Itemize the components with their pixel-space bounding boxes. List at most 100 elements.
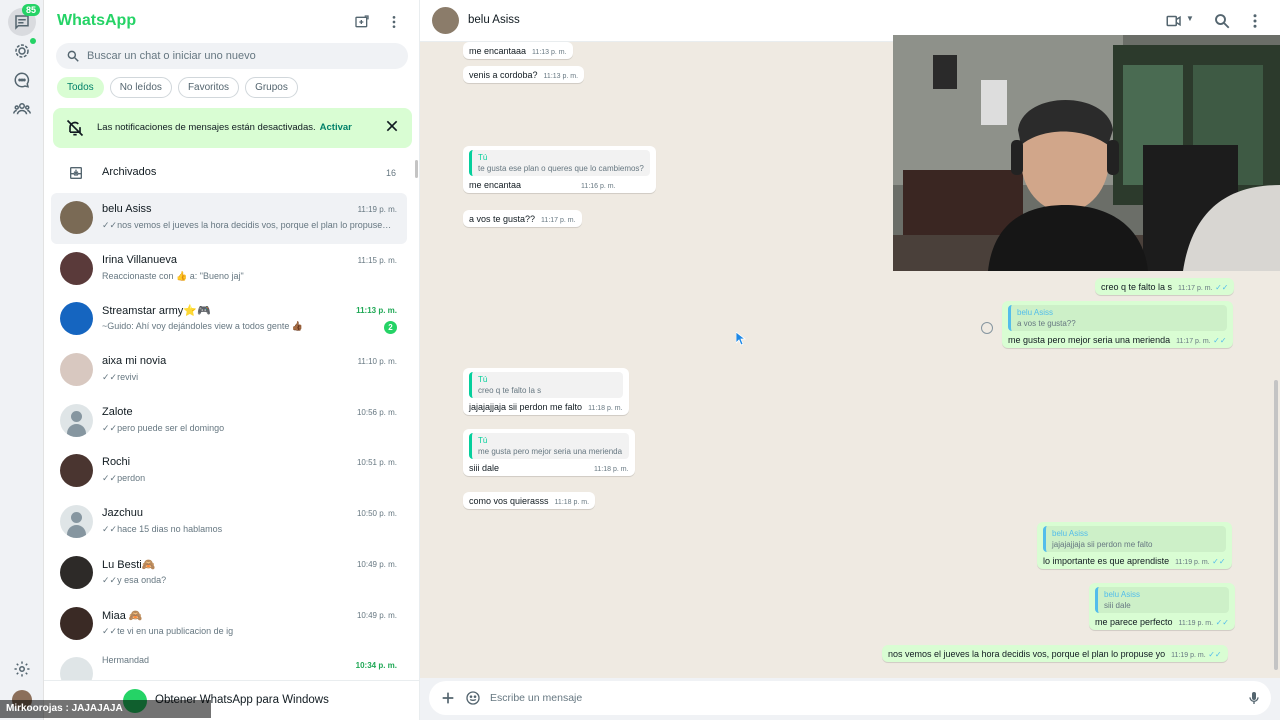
search-box [56, 43, 408, 69]
message-in[interactable]: a vos te gusta?? 11:17 p. m. [463, 210, 582, 227]
quoted-message[interactable]: Tú te gusta ese plan o queres que lo camb… [469, 150, 650, 176]
chat-item-belu-asiss[interactable]: belu Asiss 11:19 p. m. ✓✓nos vemos el ju… [51, 193, 407, 244]
message-out[interactable]: nos vemos el jueves la hora decidis vos,… [882, 645, 1228, 662]
chat-time: 11:13 p. m. [356, 306, 397, 316]
read-ticks-icon: ✓✓ [1213, 336, 1227, 345]
search-input[interactable] [87, 43, 397, 69]
read-ticks-icon: ✓✓ [102, 524, 118, 535]
chat-preview: Reaccionaste con 👍 a: "Bueno jaj" [102, 270, 244, 281]
avatar [60, 505, 93, 539]
menu-icon[interactable] [384, 12, 404, 32]
contact-name[interactable]: belu Asiss [468, 14, 520, 26]
chat-item-irina[interactable]: Irina Villanueva 11:15 p. m. Reaccionast… [51, 244, 407, 295]
chat-preview: pero puede ser el domingo [117, 422, 225, 433]
chat-item-zalote[interactable]: Zalote 10:56 p. m. ✓✓pero puede ser el d… [51, 396, 407, 447]
emoji-icon[interactable] [465, 690, 481, 706]
avatar [60, 606, 93, 640]
message-in[interactable]: venis a cordoba? 11:13 p. m. [463, 66, 585, 83]
chat-time: 10:34 p. m. [355, 661, 397, 671]
filter-todos[interactable]: Todos [57, 77, 104, 98]
microphone-icon[interactable] [1246, 690, 1262, 706]
overlay-user: Mirkoorojas [6, 703, 63, 714]
message-out[interactable]: belu Asiss siii dale me parece perfecto 11… [1089, 583, 1235, 630]
sidebar-scrollbar[interactable] [415, 160, 418, 178]
read-ticks-icon: ✓✓ [102, 473, 118, 484]
message-time: 11:13 p. m. [543, 73, 579, 80]
avatar [60, 201, 93, 234]
chat-item-aixa[interactable]: aixa mi novia 11:10 p. m. ✓✓revivi [51, 345, 407, 396]
message-in[interactable]: Tú me gusta pero mejor seria una merienda… [463, 429, 635, 476]
filter-grupos[interactable]: Grupos [245, 77, 298, 98]
filter-no-leidos[interactable]: No leídos [109, 77, 172, 98]
close-icon[interactable] [384, 118, 400, 134]
message-in[interactable]: como vos quierasss 11:18 p. m. [463, 492, 596, 509]
quoted-message[interactable]: Tú creo q te falto la s [469, 372, 623, 398]
chat-item-rochi[interactable]: Rochi 10:51 p. m. ✓✓perdon [51, 446, 407, 497]
filter-favoritos[interactable]: Favoritos [177, 77, 240, 98]
message-scrollbar[interactable] [1274, 380, 1278, 670]
settings-icon[interactable] [8, 655, 36, 683]
chat-time: 10:51 p. m. [356, 458, 397, 468]
unread-badge: 2 [384, 321, 397, 335]
chat-time: 10:50 p. m. [356, 509, 397, 519]
message-text: jajajajjaja sii perdon me falto [469, 402, 583, 412]
quote-text: te gusta ese plan o queres que lo cambie… [478, 164, 644, 173]
read-ticks-icon: ✓✓ [1208, 650, 1222, 659]
communities-icon[interactable] [8, 95, 36, 123]
emoji-react-icon[interactable] [981, 322, 993, 334]
message-text: me encantaa [469, 180, 522, 190]
notifications-banner: Las notificaciones de mensajes están des… [53, 108, 412, 148]
message-text: nos vemos el jueves la hora decidis vos,… [888, 649, 1166, 659]
chat-item-streamstar[interactable]: Streamstar army⭐🎮 11:13 p. m. ~Guido: Ah… [51, 294, 407, 345]
stream-chat-overlay: Mirkoorojas : JAJAJAJA [0, 700, 211, 718]
message-time: 11:19 p. m. [1178, 620, 1214, 627]
message-text: lo importante es que aprendiste [1043, 556, 1170, 566]
message-input[interactable] [490, 681, 1230, 715]
chat-name: Irina Villanueva [102, 253, 178, 266]
search-icon [67, 50, 79, 62]
message-text: a vos te gusta?? [469, 214, 536, 224]
chat-item-miaa[interactable]: Miaa 🙈 10:49 p. m. ✓✓te vi en una public… [51, 599, 407, 650]
chat-time: 10:56 p. m. [356, 407, 397, 417]
quoted-message[interactable]: belu Asiss siii dale [1095, 587, 1229, 613]
message-out[interactable]: creo q te falto la s 11:17 p. m. ✓✓ [1095, 278, 1235, 295]
activate-link[interactable]: Activar [320, 122, 352, 133]
message-out[interactable]: belu Asiss a vos te gusta?? me gusta pero… [1002, 301, 1233, 348]
read-ticks-icon: ✓✓ [1215, 618, 1229, 627]
read-ticks-icon: ✓✓ [102, 625, 118, 636]
conversation-pane: belu Asiss ▼ me encantaaa 11:13 p. m. ven… [420, 0, 1280, 720]
quoted-message[interactable]: Tú me gusta pero mejor seria una merienda [469, 433, 629, 459]
chat-preview: revivi [117, 372, 139, 383]
message-time: 11:18 p. m. [588, 405, 623, 412]
chevron-down-icon[interactable]: ▼ [1186, 14, 1204, 32]
chat-preview: perdon [117, 473, 146, 484]
channels-icon[interactable] [8, 66, 36, 94]
chats-unread-badge: 85 [22, 4, 41, 16]
chat-item-lu-besti[interactable]: Lu Besti🙈 10:49 p. m. ✓✓y esa onda? [51, 548, 407, 599]
avatar [60, 555, 93, 589]
video-call-icon[interactable] [1165, 12, 1183, 30]
read-ticks-icon: ✓✓ [1212, 557, 1226, 566]
message-in[interactable]: Tú creo q te falto la s jajajajjaja sii p… [463, 368, 629, 415]
message-in[interactable]: Tú te gusta ese plan o queres que lo camb… [463, 146, 656, 193]
read-ticks-icon: ✓✓ [1215, 283, 1229, 292]
quote-text: siii dale [1104, 601, 1131, 610]
archived-row[interactable]: Archivados 16 [44, 155, 414, 190]
archived-label: Archivados [102, 166, 157, 178]
new-chat-icon[interactable] [352, 12, 372, 32]
chat-list: belu Asiss 11:19 p. m. ✓✓nos vemos el ju… [44, 193, 414, 700]
message-out[interactable]: belu Asiss jajajajjaja sii perdon me falt… [1037, 522, 1232, 569]
contact-avatar[interactable] [432, 7, 459, 34]
menu-icon[interactable] [1246, 12, 1264, 30]
overlay-text: : JAJAJAJA [65, 703, 123, 714]
quote-author: belu Asiss [1017, 308, 1054, 317]
chat-item-jazchuu[interactable]: Jazchuu 10:50 p. m. ✓✓hace 15 dias no ha… [51, 497, 407, 548]
chat-name: Miaa 🙈 [102, 609, 143, 622]
group-label: Hermandad [102, 655, 150, 666]
quoted-message[interactable]: belu Asiss jajajajjaja sii perdon me falt… [1043, 526, 1226, 552]
quoted-message[interactable]: belu Asiss a vos te gusta?? [1008, 305, 1227, 331]
chat-name: Streamstar army⭐🎮 [102, 305, 211, 318]
message-in[interactable]: me encantaaa 11:13 p. m. [463, 42, 573, 59]
search-icon[interactable] [1213, 12, 1231, 30]
plus-icon[interactable] [440, 690, 456, 706]
